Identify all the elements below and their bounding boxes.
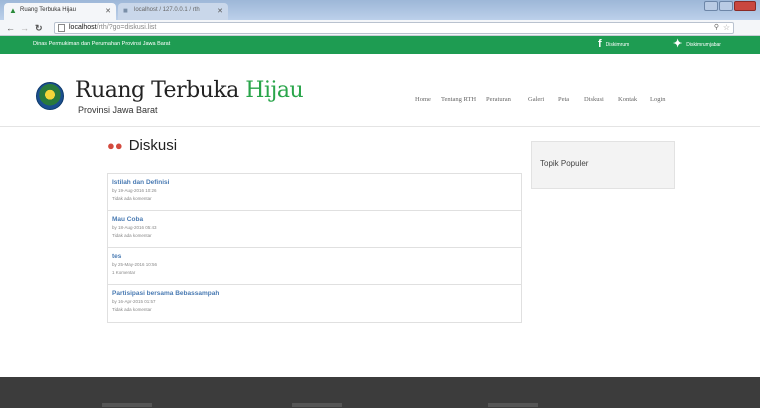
topic-list: Istilah dan Definisi by 19-Aug-2016 10:2… xyxy=(107,173,522,323)
topic-comments: Tidak ada komentar xyxy=(112,196,152,201)
topic-title-link[interactable]: tes xyxy=(112,252,521,261)
topic-date: by 18-Aug-2016 05:43 xyxy=(112,225,157,230)
list-item: Partisipasi bersama Bebassampah by 16-Ap… xyxy=(108,285,521,322)
topic-title-link[interactable]: Partisipasi bersama Bebassampah xyxy=(112,289,521,298)
nav-peraturan[interactable]: Peraturan xyxy=(486,96,511,103)
topic-comments: Tidak ada komentar xyxy=(112,233,152,238)
site-brand[interactable]: Ruang Terbuka Hijau xyxy=(75,78,304,103)
nav-diskusi[interactable]: Diskusi xyxy=(584,96,604,103)
site-footer xyxy=(0,377,760,408)
list-item: Istilah dan Definisi by 19-Aug-2016 10:2… xyxy=(108,174,521,211)
url-path: /rth/?go=diskusi.list xyxy=(96,24,157,31)
twitter-link[interactable]: ✦ Diskimrumjabar xyxy=(673,39,721,50)
nav-peta[interactable]: Peta xyxy=(558,96,569,103)
nav-tentang-rth[interactable]: Tentang RTH xyxy=(441,96,476,103)
page-icon xyxy=(58,24,65,32)
window-controls xyxy=(703,1,756,11)
nav-login[interactable]: Login xyxy=(650,96,666,103)
browser-toolbar: ← → ↻ localhost/rth/?go=diskusi.list ⚲ ☆ xyxy=(0,20,760,36)
nav-kontak[interactable]: Kontak xyxy=(618,96,637,103)
tab-title: Ruang Terbuka Hijau xyxy=(20,7,76,13)
close-window-button[interactable] xyxy=(734,1,756,11)
brand-subtitle: Provinsi Jawa Barat xyxy=(78,105,158,115)
zoom-icon[interactable]: ⚲ xyxy=(714,23,719,33)
topic-comments: 1 Komentar xyxy=(112,270,136,275)
topic-date: by 16-Apr-2015 01:57 xyxy=(112,299,156,304)
list-item: Mau Coba by 18-Aug-2016 05:43 Tidak ada … xyxy=(108,211,521,248)
topic-title-link[interactable]: Istilah dan Definisi xyxy=(112,178,521,187)
agency-name: Dinas Permukiman dan Perumahan Provinsi … xyxy=(33,41,171,47)
footer-heading-3 xyxy=(488,403,538,407)
topic-date: by 25-May-2016 10:56 xyxy=(112,262,158,267)
popular-topics-panel: Topik Populer xyxy=(531,141,675,189)
tab-inactive[interactable]: ■ localhost / 127.0.0.1 / rth ✕ xyxy=(118,3,228,20)
back-arrow-icon[interactable]: ← xyxy=(6,22,15,34)
topic-title-link[interactable]: Mau Coba xyxy=(112,215,521,224)
facebook-link[interactable]: f Diskimrum xyxy=(598,39,629,50)
browser-tab-bar: ▲ Ruang Terbuka Hijau ✕ ■ localhost / 12… xyxy=(0,0,760,20)
url-host: localhost xyxy=(69,24,97,31)
nav-home[interactable]: Home xyxy=(415,96,431,103)
brand-accent: Hijau xyxy=(245,78,304,103)
address-bar[interactable]: localhost/rth/?go=diskusi.list ⚲ ☆ xyxy=(54,22,734,34)
nav-galeri[interactable]: Galeri xyxy=(528,96,544,103)
topic-comments: Tidak ada komentar xyxy=(112,307,152,312)
tab-active[interactable]: ▲ Ruang Terbuka Hijau ✕ xyxy=(4,3,116,20)
footer-heading-1 xyxy=(102,403,152,407)
close-tab-icon-2[interactable]: ✕ xyxy=(217,7,223,15)
close-tab-icon[interactable]: ✕ xyxy=(105,7,111,15)
province-logo[interactable] xyxy=(36,82,64,110)
footer-heading-2 xyxy=(292,403,342,407)
facebook-icon: f xyxy=(598,38,602,50)
forward-arrow-icon[interactable]: → xyxy=(20,22,29,34)
agency-topbar: Dinas Permukiman dan Perumahan Provinsi … xyxy=(0,36,760,54)
minimize-button[interactable] xyxy=(704,1,718,11)
site-header: Ruang Terbuka Hijau Provinsi Jawa Barat … xyxy=(0,54,760,127)
reload-icon[interactable]: ↻ xyxy=(35,22,43,34)
maximize-button[interactable] xyxy=(719,1,733,11)
topic-date: by 19-Aug-2016 10:26 xyxy=(112,188,157,193)
tab-title-2: localhost / 127.0.0.1 / rth xyxy=(134,7,200,13)
list-item: tes by 25-May-2016 10:56 1 Komentar xyxy=(108,248,521,285)
users-icon: ●● xyxy=(107,137,123,153)
page-favicon-icon: ■ xyxy=(123,6,128,15)
popular-topics-title: Topik Populer xyxy=(540,159,589,168)
page-heading: ●● Diskusi xyxy=(107,136,522,154)
twitter-label: Diskimrumjabar xyxy=(686,41,721,48)
twitter-icon: ✦ xyxy=(673,38,683,50)
bookmark-star-icon[interactable]: ☆ xyxy=(723,23,730,33)
facebook-label: Diskimrum xyxy=(605,41,630,48)
page-title: Diskusi xyxy=(128,136,178,154)
tree-favicon-icon: ▲ xyxy=(9,6,17,15)
brand-main: Ruang Terbuka xyxy=(75,78,246,103)
